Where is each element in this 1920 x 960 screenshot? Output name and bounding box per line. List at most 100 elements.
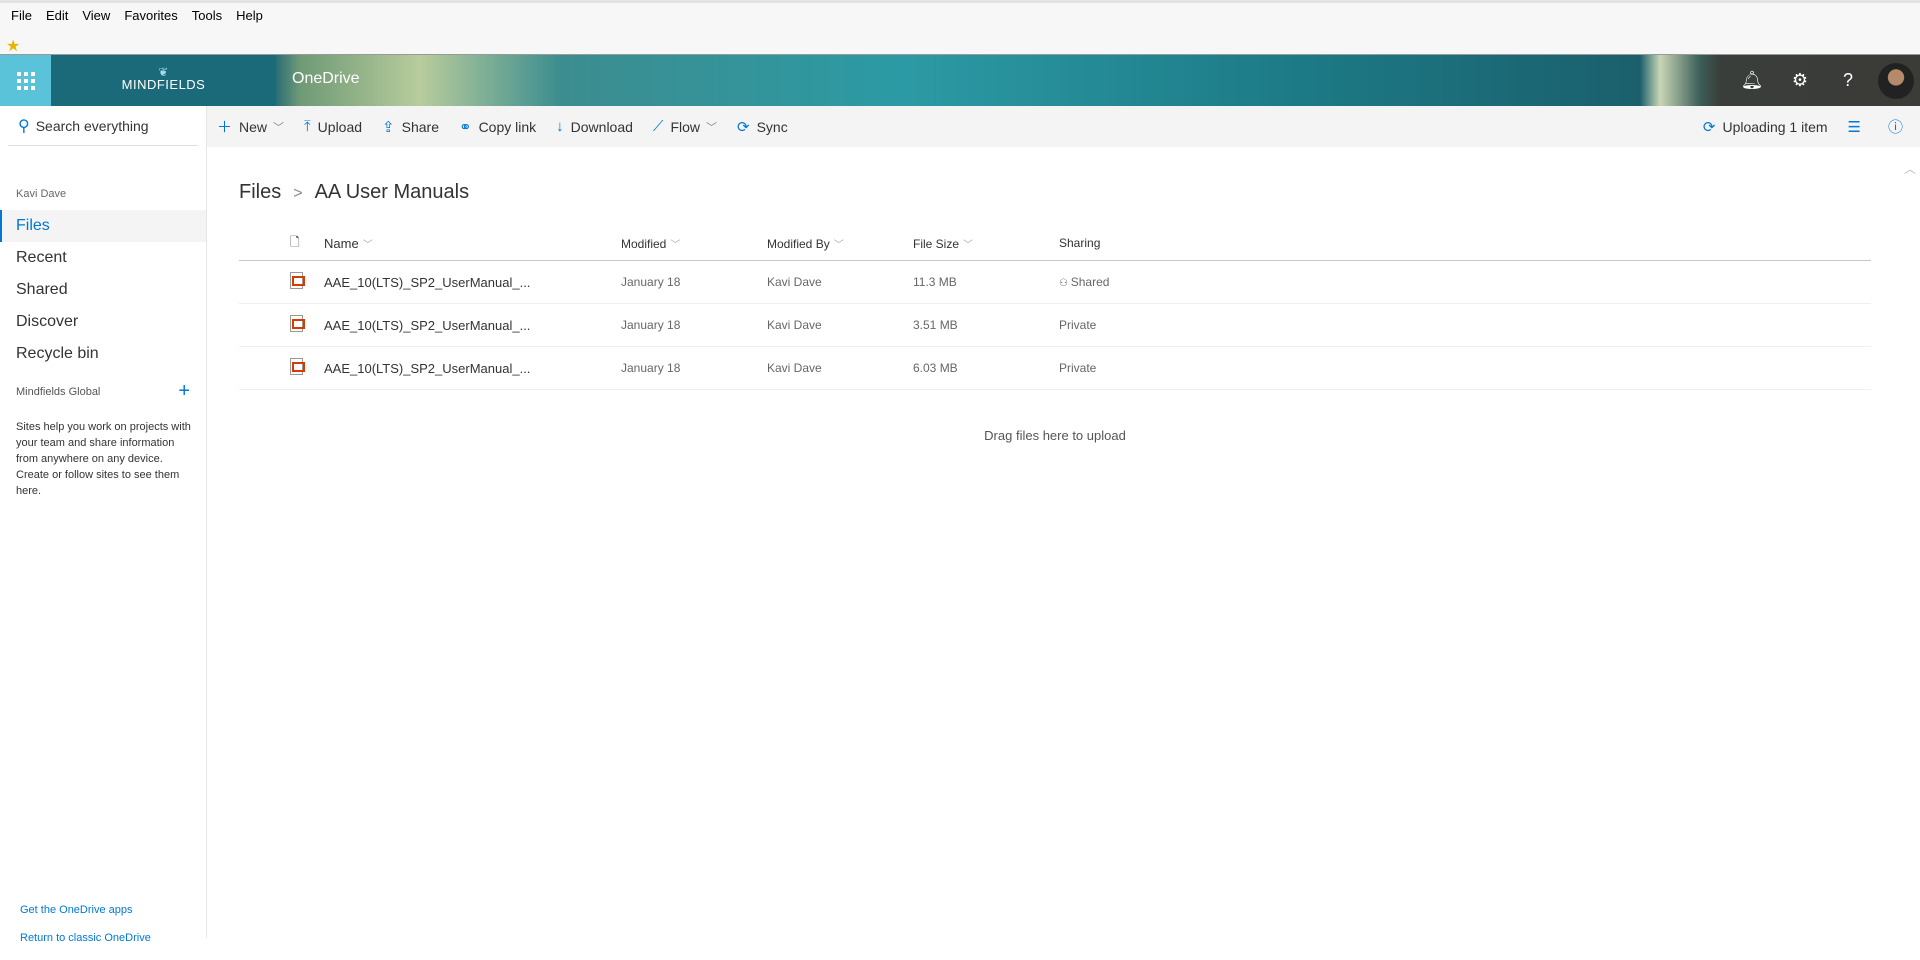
sharing-status[interactable]: Private xyxy=(1059,318,1096,332)
upload-icon: ⤒ xyxy=(304,118,311,135)
upload-status-label: Uploading 1 item xyxy=(1722,118,1828,135)
sharing-status: ⚇ Shared xyxy=(1059,275,1109,289)
copy-link-label: Copy link xyxy=(478,118,537,135)
app-title[interactable]: OneDrive xyxy=(292,70,360,88)
browser-menubar: File Edit View Favorites Tools Help ★ xyxy=(0,0,1920,55)
pdf-file-icon xyxy=(290,272,305,289)
avatar[interactable] xyxy=(1878,62,1914,99)
header-name[interactable]: Name ﹀ xyxy=(324,236,621,251)
menu-help[interactable]: Help xyxy=(229,8,270,23)
share-label: Share xyxy=(401,118,439,135)
file-type-icon[interactable]: 🗋 xyxy=(239,233,324,254)
info-button[interactable]: ⓘ xyxy=(1878,116,1920,137)
file-size: 3.51 MB xyxy=(913,318,958,332)
sidebar: ⚲ Search everything Kavi Dave Files Recen… xyxy=(0,106,207,944)
pdf-file-icon xyxy=(290,358,305,375)
header-name-label: Name xyxy=(324,235,359,251)
new-label: New xyxy=(239,118,268,135)
download-button[interactable]: ↓ Download xyxy=(546,118,643,135)
file-list: 🗋 Name ﹀ Modified ﹀ Modified By ﹀ File Size… xyxy=(239,226,1871,390)
bell-icon[interactable]: 🔔︎ xyxy=(1728,70,1776,91)
menu-file[interactable]: File xyxy=(4,8,39,23)
sidebar-item-discover[interactable]: Discover xyxy=(0,306,206,338)
menu-edit[interactable]: Edit xyxy=(39,8,75,23)
modified-date: January 18 xyxy=(621,318,681,332)
file-name[interactable]: AAE_10(LTS)_SP2_UserManual_... xyxy=(324,361,621,376)
download-icon: ↓ xyxy=(556,118,564,135)
get-apps-link[interactable]: Get the OneDrive apps xyxy=(20,904,151,932)
link-icon: ⚭ xyxy=(458,118,472,136)
sync-button[interactable]: ⟳ Sync xyxy=(727,118,798,136)
modified-date: January 18 xyxy=(621,275,681,289)
chevron-right-icon: > xyxy=(293,185,303,202)
view-options-button[interactable]: ☰ xyxy=(1838,118,1878,136)
waffle-icon xyxy=(16,71,35,90)
scroll-up-arrow-icon[interactable]: ︿ xyxy=(1904,160,1916,177)
help-icon[interactable]: ? xyxy=(1824,70,1872,91)
file-name[interactable]: AAE_10(LTS)_SP2_UserManual_... xyxy=(324,318,621,333)
gear-icon[interactable]: ⚙ xyxy=(1776,70,1824,91)
menu-favorites[interactable]: Favorites xyxy=(117,8,184,23)
sharing-label[interactable]: Shared xyxy=(1071,275,1110,289)
drag-upload-hint: Drag files here to upload xyxy=(984,428,1126,443)
sidebar-item-recycle-bin[interactable]: Recycle bin xyxy=(0,338,206,370)
logo-text: MINDFIELDS xyxy=(121,77,206,92)
header-modified[interactable]: Modified ﹀ xyxy=(621,236,767,251)
add-favorite-star-icon[interactable]: ★ xyxy=(6,36,20,56)
menu-tools[interactable]: Tools xyxy=(185,8,229,23)
header-file-size[interactable]: File Size ﹀ xyxy=(913,236,1059,251)
upload-button[interactable]: ⤒ Upload xyxy=(294,118,372,135)
copy-link-button[interactable]: ⚭ Copy link xyxy=(449,118,546,136)
breadcrumb: Files > AA User Manuals xyxy=(239,181,469,204)
sidebar-item-shared[interactable]: Shared xyxy=(0,274,206,306)
header-modified-by-label: Modified By xyxy=(767,236,830,251)
company-logo[interactable]: ❦ MINDFIELDS xyxy=(51,55,276,106)
sidebar-item-files[interactable]: Files xyxy=(0,210,206,242)
share-button[interactable]: ⇪ Share xyxy=(372,118,449,136)
modified-by: Kavi Dave xyxy=(767,361,822,375)
table-row[interactable]: AAE_10(LTS)_SP2_UserManual_... January 1… xyxy=(239,261,1871,304)
suite-header: ❦ MINDFIELDS OneDrive 🔔︎ ⚙ ? xyxy=(0,55,1920,106)
modified-date: January 18 xyxy=(621,361,681,375)
app-launcher-button[interactable] xyxy=(0,55,51,106)
chevron-down-icon: ﹀ xyxy=(706,121,717,134)
pdf-file-icon xyxy=(290,315,305,332)
sync-label: Sync xyxy=(756,118,788,135)
table-row[interactable]: AAE_10(LTS)_SP2_UserManual_... January 1… xyxy=(239,304,1871,347)
chevron-down-icon: ﹀ xyxy=(362,239,373,251)
flow-button[interactable]: ⟋ Flow ﹀ xyxy=(643,118,727,135)
add-site-icon[interactable]: + xyxy=(178,380,190,403)
header-modified-by[interactable]: Modified By ﹀ xyxy=(767,236,913,251)
sync-icon: ⟳ xyxy=(1702,118,1716,136)
people-icon: ⚇ xyxy=(1059,278,1071,289)
sharing-status[interactable]: Private xyxy=(1059,361,1096,375)
chevron-down-icon: ﹀ xyxy=(963,239,974,251)
sidebar-item-recent[interactable]: Recent xyxy=(0,242,206,274)
chevron-down-icon: ﹀ xyxy=(833,239,844,251)
new-button[interactable]: ＋ New ﹀ xyxy=(207,116,294,137)
breadcrumb-files[interactable]: Files xyxy=(239,181,281,203)
menu-view[interactable]: View xyxy=(75,8,117,23)
file-name[interactable]: AAE_10(LTS)_SP2_UserManual_... xyxy=(324,275,621,290)
breadcrumb-current: AA User Manuals xyxy=(314,181,470,203)
header-modified-label: Modified xyxy=(621,236,667,251)
sync-icon: ⟳ xyxy=(737,118,750,136)
table-row[interactable]: AAE_10(LTS)_SP2_UserManual_... January 1… xyxy=(239,347,1871,390)
sites-title: Mindfields Global xyxy=(16,386,101,398)
modified-by: Kavi Dave xyxy=(767,275,822,289)
owner-name: Kavi Dave xyxy=(16,188,67,200)
upload-status[interactable]: ⟳ Uploading 1 item xyxy=(1693,118,1838,136)
modified-by: Kavi Dave xyxy=(767,318,822,332)
flow-label: Flow xyxy=(670,118,700,135)
list-view-icon: ☰ xyxy=(1847,118,1861,136)
file-size: 6.03 MB xyxy=(913,361,958,375)
plus-icon: ＋ xyxy=(217,119,233,136)
download-label: Download xyxy=(570,118,633,135)
command-bar: ＋ New ﹀ ⤒ Upload ⇪ Share ⚭ Copy link ↓ Downloa… xyxy=(207,106,1920,147)
file-size: 11.3 MB xyxy=(913,275,957,289)
table-header: 🗋 Name ﹀ Modified ﹀ Modified By ﹀ File Size… xyxy=(239,226,1871,261)
header-size-label: File Size xyxy=(913,236,960,251)
share-icon: ⇪ xyxy=(382,118,395,136)
classic-onedrive-link[interactable]: Return to classic OneDrive xyxy=(20,932,151,960)
header-sharing[interactable]: Sharing xyxy=(1059,236,1100,250)
